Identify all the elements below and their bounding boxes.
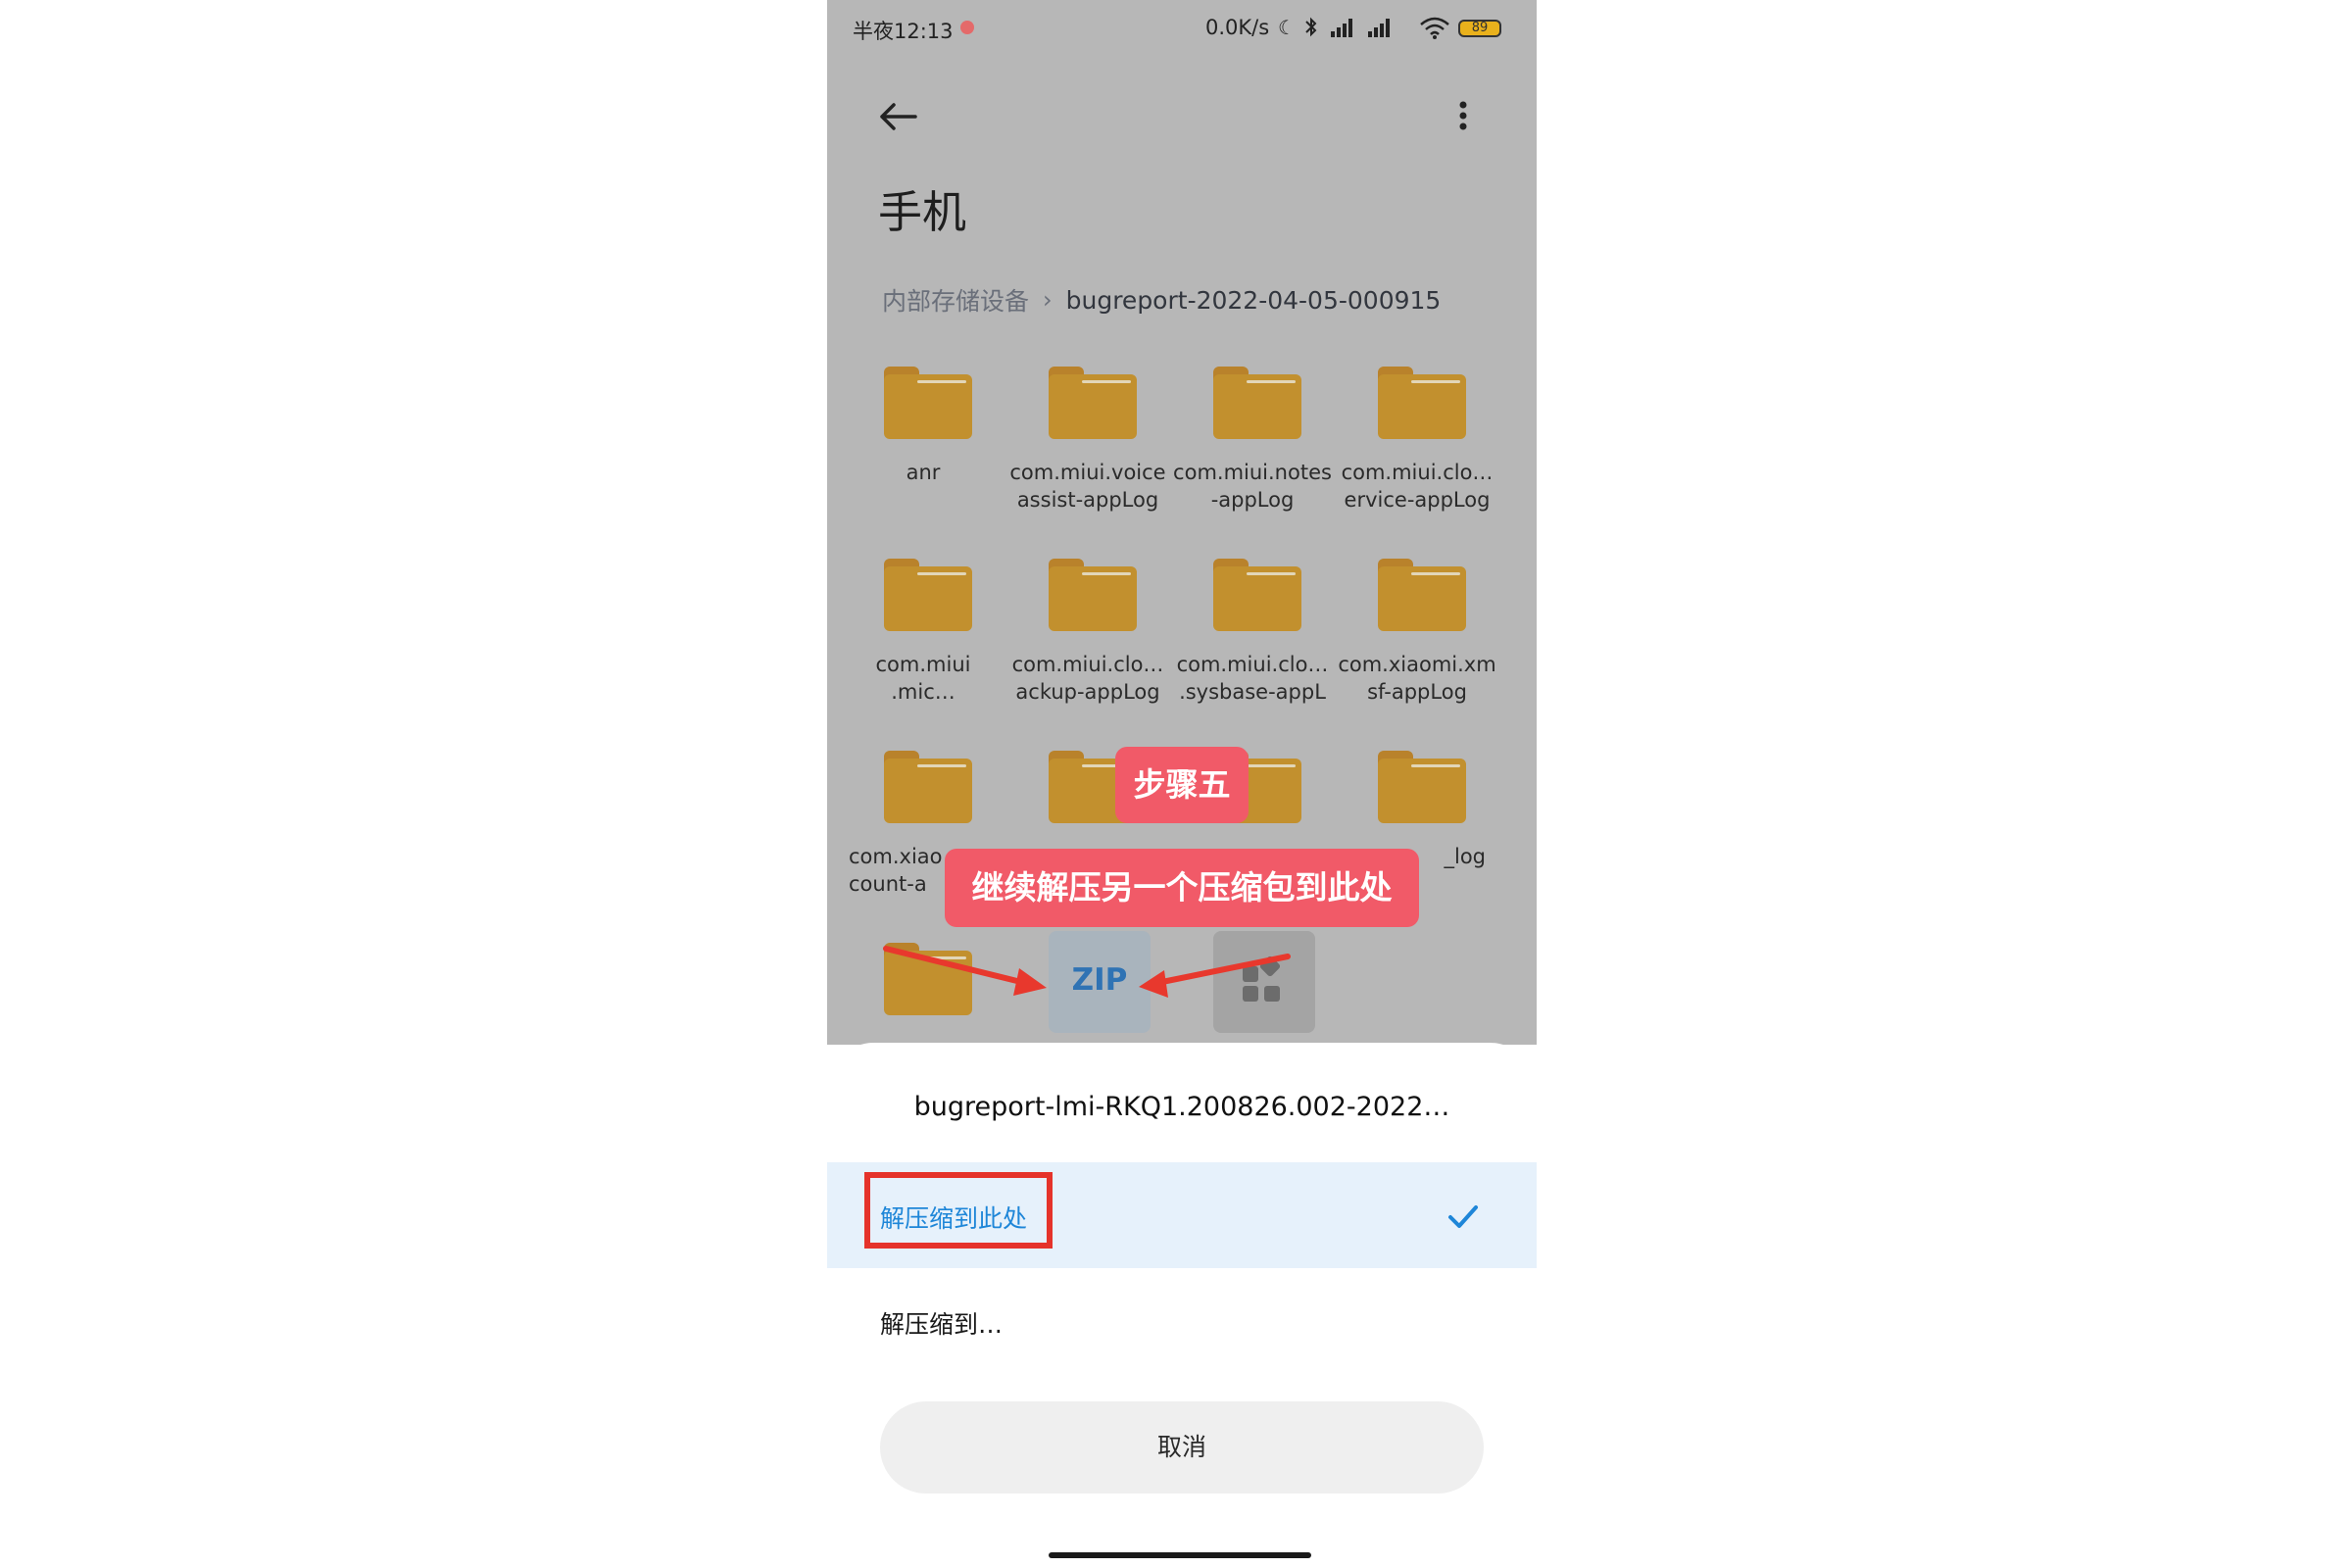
- folder-item[interactable]: anr: [841, 355, 1005, 531]
- more-options-icon[interactable]: [1450, 94, 1476, 139]
- back-arrow-icon[interactable]: [876, 94, 921, 139]
- folder-label: com.miui.clo… ackup-appLog: [1011, 653, 1164, 704]
- folder-item[interactable]: com.miui.notes -appLog: [1170, 355, 1335, 531]
- folder-label: com.miui.notes -appLog: [1173, 461, 1332, 512]
- folder-item[interactable]: com.miui.clo… ackup-appLog: [1005, 547, 1170, 723]
- breadcrumb-current: bugreport-2022-04-05-000915: [1065, 285, 1442, 315]
- network-speed: 0.0K/s: [1205, 16, 1270, 39]
- extract-here-option[interactable]: 解压缩到此处: [827, 1162, 1537, 1268]
- folder-icon: [1213, 559, 1301, 631]
- folder-icon: [884, 751, 972, 823]
- moon-icon: ☾: [1278, 16, 1296, 39]
- folder-icon: [884, 559, 972, 631]
- folder-icon: [1378, 367, 1466, 439]
- breadcrumb: 内部存储设备 › bugreport-2022-04-05-000915: [882, 282, 1442, 318]
- folder-label: anr: [906, 461, 941, 484]
- signal-2-icon: [1362, 16, 1394, 39]
- folder-icon: [1213, 367, 1301, 439]
- status-time: 半夜12:13: [853, 20, 954, 43]
- extract-options-sheet: bugreport-lmi-RKQ1.200826.002-2022… 解压缩到…: [827, 1043, 1537, 1568]
- chevron-right-icon: ›: [1043, 286, 1053, 314]
- highlight-box: [864, 1172, 1053, 1249]
- folder-icon: [1049, 367, 1137, 439]
- breadcrumb-root[interactable]: 内部存储设备: [882, 282, 1029, 318]
- step-annotation: 步骤五: [1115, 747, 1249, 823]
- wifi-icon: [1419, 16, 1450, 39]
- status-bar: 半夜12:13 0.0K/s ☾ 89: [827, 0, 1537, 59]
- folder-label: com.miui.clo… .sysbase-appL: [1176, 653, 1329, 704]
- bluetooth-icon: [1303, 16, 1319, 39]
- extract-to-option[interactable]: 解压缩到…: [880, 1305, 1003, 1341]
- folder-icon: [1378, 559, 1466, 631]
- folder-item[interactable]: com.xiaomi.xm sf-appLog: [1335, 547, 1499, 723]
- folder-icon: [1378, 751, 1466, 823]
- battery-icon: 89: [1458, 20, 1501, 37]
- folder-label: com.miui .mic…: [875, 653, 971, 704]
- folder-label: com.xiaomi.xm sf-appLog: [1338, 653, 1496, 704]
- folder-icon: [884, 367, 972, 439]
- phone-screen: 半夜12:13 0.0K/s ☾ 89 手机 内部存储设备 › bugrepor…: [827, 0, 1537, 1568]
- page-title: 手机: [878, 186, 967, 238]
- folder-item[interactable]: com.miui.clo… ervice-appLog: [1335, 355, 1499, 531]
- checkmark-icon: [1448, 1205, 1478, 1228]
- folder-item[interactable]: com.miui .mic…: [841, 547, 1005, 723]
- folder-label: com.miui.clo… ervice-appLog: [1341, 461, 1494, 512]
- folder-icon: [1049, 559, 1137, 631]
- instruction-annotation: 继续解压另一个压缩包到此处: [945, 849, 1419, 927]
- sheet-title: bugreport-lmi-RKQ1.200826.002-2022…: [913, 1092, 1450, 1122]
- folder-label: com.miui.voice assist-appLog: [1009, 461, 1166, 512]
- folder-item[interactable]: com.miui.clo… .sysbase-appL: [1170, 547, 1335, 723]
- folder-item[interactable]: com.miui.voice assist-appLog: [1005, 355, 1170, 531]
- cancel-button[interactable]: 取消: [880, 1401, 1484, 1494]
- recording-dot-icon: [960, 21, 974, 34]
- home-indicator[interactable]: [1049, 1552, 1311, 1558]
- annotation-arrows: [883, 946, 1291, 998]
- signal-1-icon: [1325, 16, 1356, 39]
